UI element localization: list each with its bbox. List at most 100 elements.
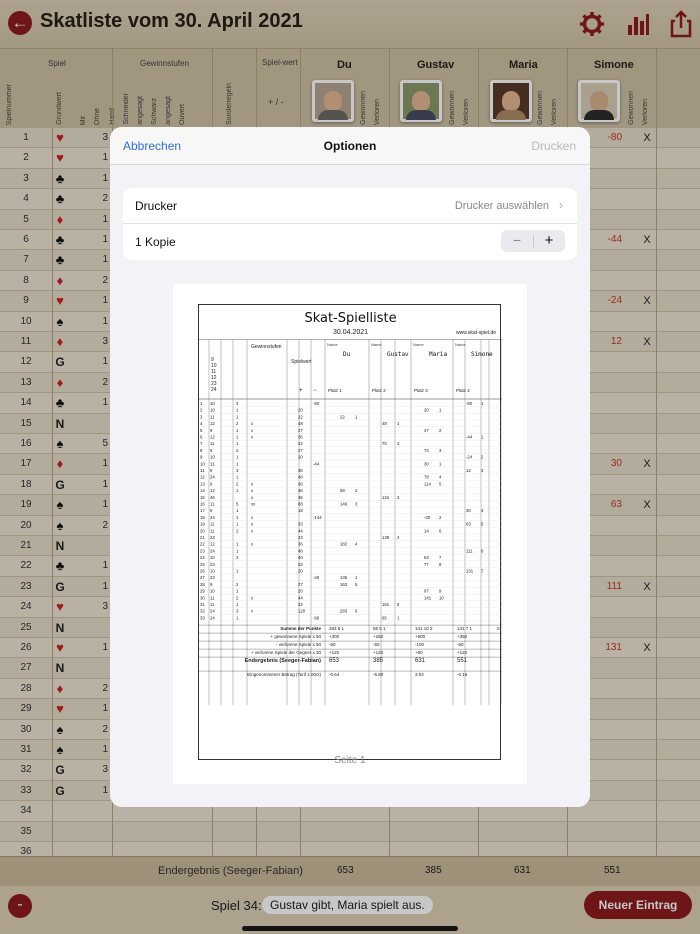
sheet-sum-value: 283 6 1 [329, 626, 345, 631]
sheet-player-name: Du [343, 351, 351, 358]
sheet-cell: 2 [236, 481, 239, 486]
sheet-place-label: Platz 4 [456, 388, 470, 393]
sheet-cell: 6 [355, 609, 358, 614]
sheet-cell: x [251, 435, 254, 440]
sheet-bet-value: -0.64 [329, 672, 340, 677]
sheet-cell: 24 [210, 615, 215, 620]
sheet-header-name: Name [413, 342, 424, 347]
sheet-cell: 11 [210, 522, 215, 527]
sheet-cell: 14 [424, 528, 429, 533]
sheet-cell: 97 [424, 589, 429, 594]
sheet-cell: -80 [313, 401, 320, 406]
sheet-cell: 3 [236, 401, 239, 406]
sheet-cell: 22 [298, 441, 303, 446]
sheet-cell: 4 [481, 508, 484, 513]
sheet-cell: 54 [424, 555, 429, 560]
sheet-cell: -96 [313, 615, 320, 620]
sheet-won-value: +500 [415, 634, 426, 639]
sheet-cell: 23 [200, 548, 205, 553]
sheet-cell: x [251, 542, 254, 547]
sheet-cell: 9 [210, 468, 213, 473]
sheet-cell: 5 [355, 582, 358, 587]
sheet-cell: 10 [210, 408, 215, 413]
sheet-title: Skat-Spielliste [304, 311, 397, 326]
sheet-table: GewinnstufenSpielwert91011122324NameDuPl… [199, 339, 502, 705]
print-options-group: Drucker Drucker auswählen › 1 Kopie − + [123, 188, 577, 260]
sheet-cell: 3 [200, 414, 203, 419]
sheet-cell: 23 [298, 562, 303, 567]
print-button[interactable]: Drucken [531, 139, 576, 153]
sheet-cell: 141 [424, 595, 432, 600]
sheet-cell: 21 [200, 535, 205, 540]
sheet-cell: 12 [210, 542, 215, 547]
sheet-cell: 182 [340, 542, 348, 547]
sheet-place-label: Platz 1 [328, 388, 342, 393]
decrement-button[interactable]: − [501, 230, 533, 252]
sheet-bet-value: 3.04 [415, 672, 424, 677]
sheet-cell: 48 [298, 421, 303, 426]
sheet-cell: 11 [200, 468, 205, 473]
sheet-cell: 1 [236, 428, 239, 433]
sheet-cell: 3 [481, 468, 484, 473]
sheet-cell: 1 [236, 589, 239, 594]
sheet-cell: 116 [382, 495, 389, 500]
sheet-end-value: 551 [457, 658, 468, 664]
sheet-cell: 1 [236, 522, 239, 527]
sheet-cell: x [251, 528, 254, 533]
sheet-cell: 2 [397, 441, 400, 446]
sheet-cell: 9 [210, 428, 213, 433]
sheet-cell: 11 [210, 602, 215, 607]
sheet-cell: 20 [424, 408, 429, 413]
sheet-cell: 4 [439, 475, 442, 480]
sheet-lost-value: -50 [373, 642, 380, 647]
copies-stepper[interactable]: − + [501, 230, 565, 252]
sheet-cell: 1 [236, 515, 239, 520]
sheet-header-name: Name [327, 342, 338, 347]
sheet-won-value: +250 [373, 634, 384, 639]
printer-label: Drucker [135, 199, 178, 213]
sheet-lost-label: - verlorene Spiele x 50 [276, 642, 322, 647]
sheet-cell: 65 [382, 615, 387, 620]
sheet-cell: 6 [200, 435, 203, 440]
sheet-cell: 18 [298, 508, 303, 513]
sheet-opp-value: +120 [373, 650, 384, 655]
sheet-cell: 10 [439, 595, 444, 600]
sheet-cell: -80 [466, 401, 473, 406]
sheet-lost-value: -50 [329, 642, 336, 647]
sheet-cell: 88 [298, 502, 303, 507]
sheet-cell: 1 [236, 461, 239, 466]
sheet-cell: 1 [236, 408, 239, 413]
sheet-cell: 10 [210, 569, 215, 574]
sheet-cell: 20 [298, 589, 303, 594]
printer-select-row[interactable]: Drucker Drucker auswählen › [123, 188, 577, 224]
sheet-cell: 10 [210, 555, 215, 560]
sheet-header-name: Name [455, 342, 466, 347]
chevron-right-icon: › [559, 198, 563, 212]
increment-button[interactable]: + [533, 230, 565, 252]
sheet-cell: 1 [236, 542, 239, 547]
sheet-player-name: Maria [429, 351, 447, 358]
sheet-cell: 13 [200, 481, 205, 486]
dialog-title: Optionen [323, 139, 377, 153]
sheet-cell: 3 [355, 502, 358, 507]
sheet-bet-label: Eingenommener Betrag (Tarif 1.00ct) [247, 672, 321, 677]
sheet-cell: 24 [210, 609, 215, 614]
sheet-cell: 163 [340, 582, 348, 587]
sheet-cell: 20 [298, 455, 303, 460]
sheet-cell: 111 [466, 548, 473, 553]
sheet-minus: − [313, 388, 317, 394]
sheet-cell: 23 [210, 535, 215, 540]
sheet-cell: 22 [298, 602, 303, 607]
sheet-bet-value: -6.80 [373, 672, 384, 677]
sheet-cell: -24 [466, 455, 473, 460]
sheet-sum-label: Summe der Punkte [280, 626, 321, 631]
sheet-cell: 36 [298, 495, 303, 500]
sheet-cell: -44 [313, 461, 320, 466]
sheet-place-label: Platz 3 [414, 388, 428, 393]
sheet-cell: 23 [298, 535, 303, 540]
sheet-cell: 6 [439, 528, 442, 533]
sheet-cell: 27 [298, 428, 303, 433]
sheet-sum-value: 131 7 1 [457, 626, 473, 631]
sheet-cell: 26 [200, 569, 205, 574]
preview-sheet: Skat-Spielliste 30.04.2021 www.skat-spie… [198, 304, 502, 760]
